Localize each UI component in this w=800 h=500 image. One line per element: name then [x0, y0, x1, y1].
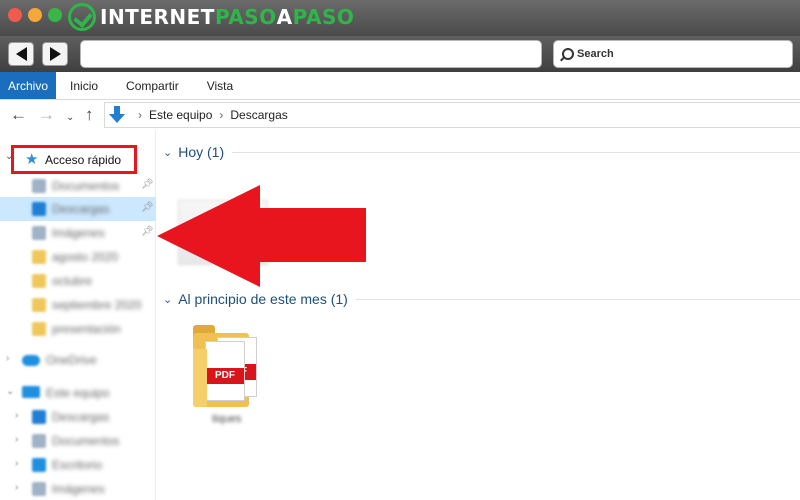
search-icon: [562, 48, 574, 60]
tab-compartir[interactable]: Compartir: [112, 72, 193, 99]
sidebar-item-label: septiembre 2020: [52, 298, 142, 312]
folder-icon: [32, 322, 46, 336]
group-title: Al principio de este mes (1): [178, 291, 348, 307]
chevron-right-icon[interactable]: ›: [15, 410, 18, 421]
brand-logo-part3: A: [276, 5, 293, 29]
sidebar-item-folder[interactable]: agosto 2020: [0, 245, 156, 269]
downloads-icon: [109, 106, 125, 124]
pin-icon: 📌︎: [141, 179, 154, 190]
chevron-down-icon[interactable]: ⌄: [6, 386, 14, 397]
document-icon: [32, 179, 46, 193]
group-divider: [355, 298, 800, 300]
sidebar-item-folder[interactable]: octubre: [0, 269, 156, 293]
breadcrumb-este-equipo[interactable]: Este equipo: [149, 108, 212, 122]
desktop-icon: [32, 458, 46, 472]
forward-arrow-icon[interactable]: →: [38, 105, 55, 125]
brand-logo-part1: INTERNET: [100, 5, 215, 29]
pictures-icon: [32, 482, 46, 496]
sidebar-item-label: Descargas: [52, 410, 110, 424]
triangle-right-icon: [49, 47, 61, 61]
folder-name: tiques: [212, 413, 242, 425]
sidebar-item-label: Documentos: [52, 179, 120, 193]
search-placeholder: Search: [577, 48, 614, 60]
document-icon: [32, 434, 46, 448]
pdf-document-icon: PDF: [205, 341, 245, 401]
sidebar-item-onedrive[interactable]: › OneDrive: [0, 348, 156, 372]
up-arrow-icon[interactable]: ↑: [85, 105, 94, 125]
breadcrumb-descargas[interactable]: Descargas: [230, 108, 287, 122]
group-divider: [232, 151, 800, 153]
sidebar-item-label: Este equipo: [46, 386, 110, 400]
checkmark-logo-icon: [68, 3, 96, 31]
folder-icon: [32, 298, 46, 312]
sidebar-subitem[interactable]: › Escritorio: [0, 453, 156, 477]
brand-logo-part2: PASO: [214, 5, 277, 29]
brand-logo-part4: PASO: [292, 5, 355, 29]
chevron-right-icon[interactable]: ›: [15, 482, 18, 493]
breadcrumb-separator: ›: [219, 108, 224, 122]
forward-button[interactable]: [42, 42, 68, 66]
pictures-icon: [32, 226, 46, 240]
tab-archivo[interactable]: Archivo: [0, 72, 57, 99]
sidebar-item-documentos[interactable]: Documentos 📌︎: [0, 174, 156, 198]
sidebar-item-label: Imágenes: [52, 226, 105, 240]
tab-inicio[interactable]: Inicio: [56, 72, 112, 99]
sidebar-item-folder[interactable]: septiembre 2020: [0, 293, 156, 317]
tab-vista[interactable]: Vista: [193, 72, 247, 99]
triangle-left-icon: [15, 47, 27, 61]
sidebar-item-label: octubre: [52, 274, 93, 288]
sidebar-item-imagenes[interactable]: Imágenes 📌︎: [0, 221, 156, 245]
sidebar-subitem[interactable]: › Documentos: [0, 429, 156, 453]
sidebar-subitem[interactable]: › Imágenes: [0, 477, 156, 500]
ribbon-tabs: Archivo Inicio Compartir Vista: [0, 72, 800, 100]
sidebar-item-label: Descargas: [52, 202, 110, 216]
recent-locations-chevron-icon[interactable]: ⌄: [66, 108, 74, 128]
brand-logo: INTERNET PASO A PASO: [68, 3, 354, 31]
maximize-window-button[interactable]: [48, 8, 62, 22]
pin-icon: 📌︎: [141, 202, 154, 213]
group-header-principio-mes[interactable]: ⌄ Al principio de este mes (1): [163, 288, 800, 310]
close-window-button[interactable]: [8, 8, 22, 22]
sidebar-item-label: Imágenes: [52, 482, 105, 496]
group-header-hoy[interactable]: ⌄ Hoy (1): [163, 141, 800, 163]
sidebar-item-este-equipo[interactable]: ⌄ Este equipo: [0, 381, 156, 405]
sidebar-item-label: Escritorio: [52, 458, 103, 472]
sidebar-subitem[interactable]: › Descargas: [0, 405, 156, 429]
address-row: ← → ⌄ ↑ › Este equipo › Descargas: [0, 100, 800, 130]
minimize-window-button[interactable]: [28, 8, 42, 22]
downloads-icon: [32, 410, 46, 424]
sidebar-item-label: presentación: [52, 322, 121, 336]
chevron-right-icon[interactable]: ›: [15, 458, 18, 469]
downloads-icon: [32, 202, 46, 216]
chevron-down-icon[interactable]: ⌄: [163, 293, 172, 306]
breadcrumb[interactable]: › Este equipo › Descargas: [104, 102, 800, 128]
cloud-icon: [22, 355, 40, 366]
folder-icon: [32, 274, 46, 288]
breadcrumb-separator: ›: [138, 108, 142, 122]
group-title: Hoy (1): [178, 144, 225, 160]
window-titlebar: INTERNET PASO A PASO: [0, 0, 800, 36]
chevron-down-icon[interactable]: ⌄: [163, 146, 172, 159]
sidebar-item-descargas[interactable]: Descargas 📌︎: [0, 197, 156, 221]
back-arrow-icon[interactable]: ←: [10, 105, 27, 125]
chevron-right-icon[interactable]: ›: [6, 353, 9, 364]
computer-icon: [22, 386, 40, 398]
sidebar-item-label: Documentos: [52, 434, 120, 448]
highlight-annotation-box: [11, 145, 137, 174]
pdf-label: PDF: [206, 368, 244, 384]
sidebar-item-label: agosto 2020: [52, 250, 119, 264]
pin-icon: 📌︎: [141, 226, 154, 237]
sidebar-item-label: OneDrive: [46, 353, 97, 367]
file-thumbnail[interactable]: [178, 200, 268, 265]
folder-item[interactable]: PDF PDF: [193, 325, 261, 407]
back-button[interactable]: [8, 42, 34, 66]
folder-front: [193, 349, 207, 407]
browser-toolbar: Search: [0, 36, 800, 72]
search-input[interactable]: Search: [553, 40, 793, 68]
url-input[interactable]: [80, 40, 542, 68]
chevron-right-icon[interactable]: ›: [15, 434, 18, 445]
folder-icon: [32, 250, 46, 264]
sidebar-item-folder[interactable]: presentación: [0, 317, 156, 341]
